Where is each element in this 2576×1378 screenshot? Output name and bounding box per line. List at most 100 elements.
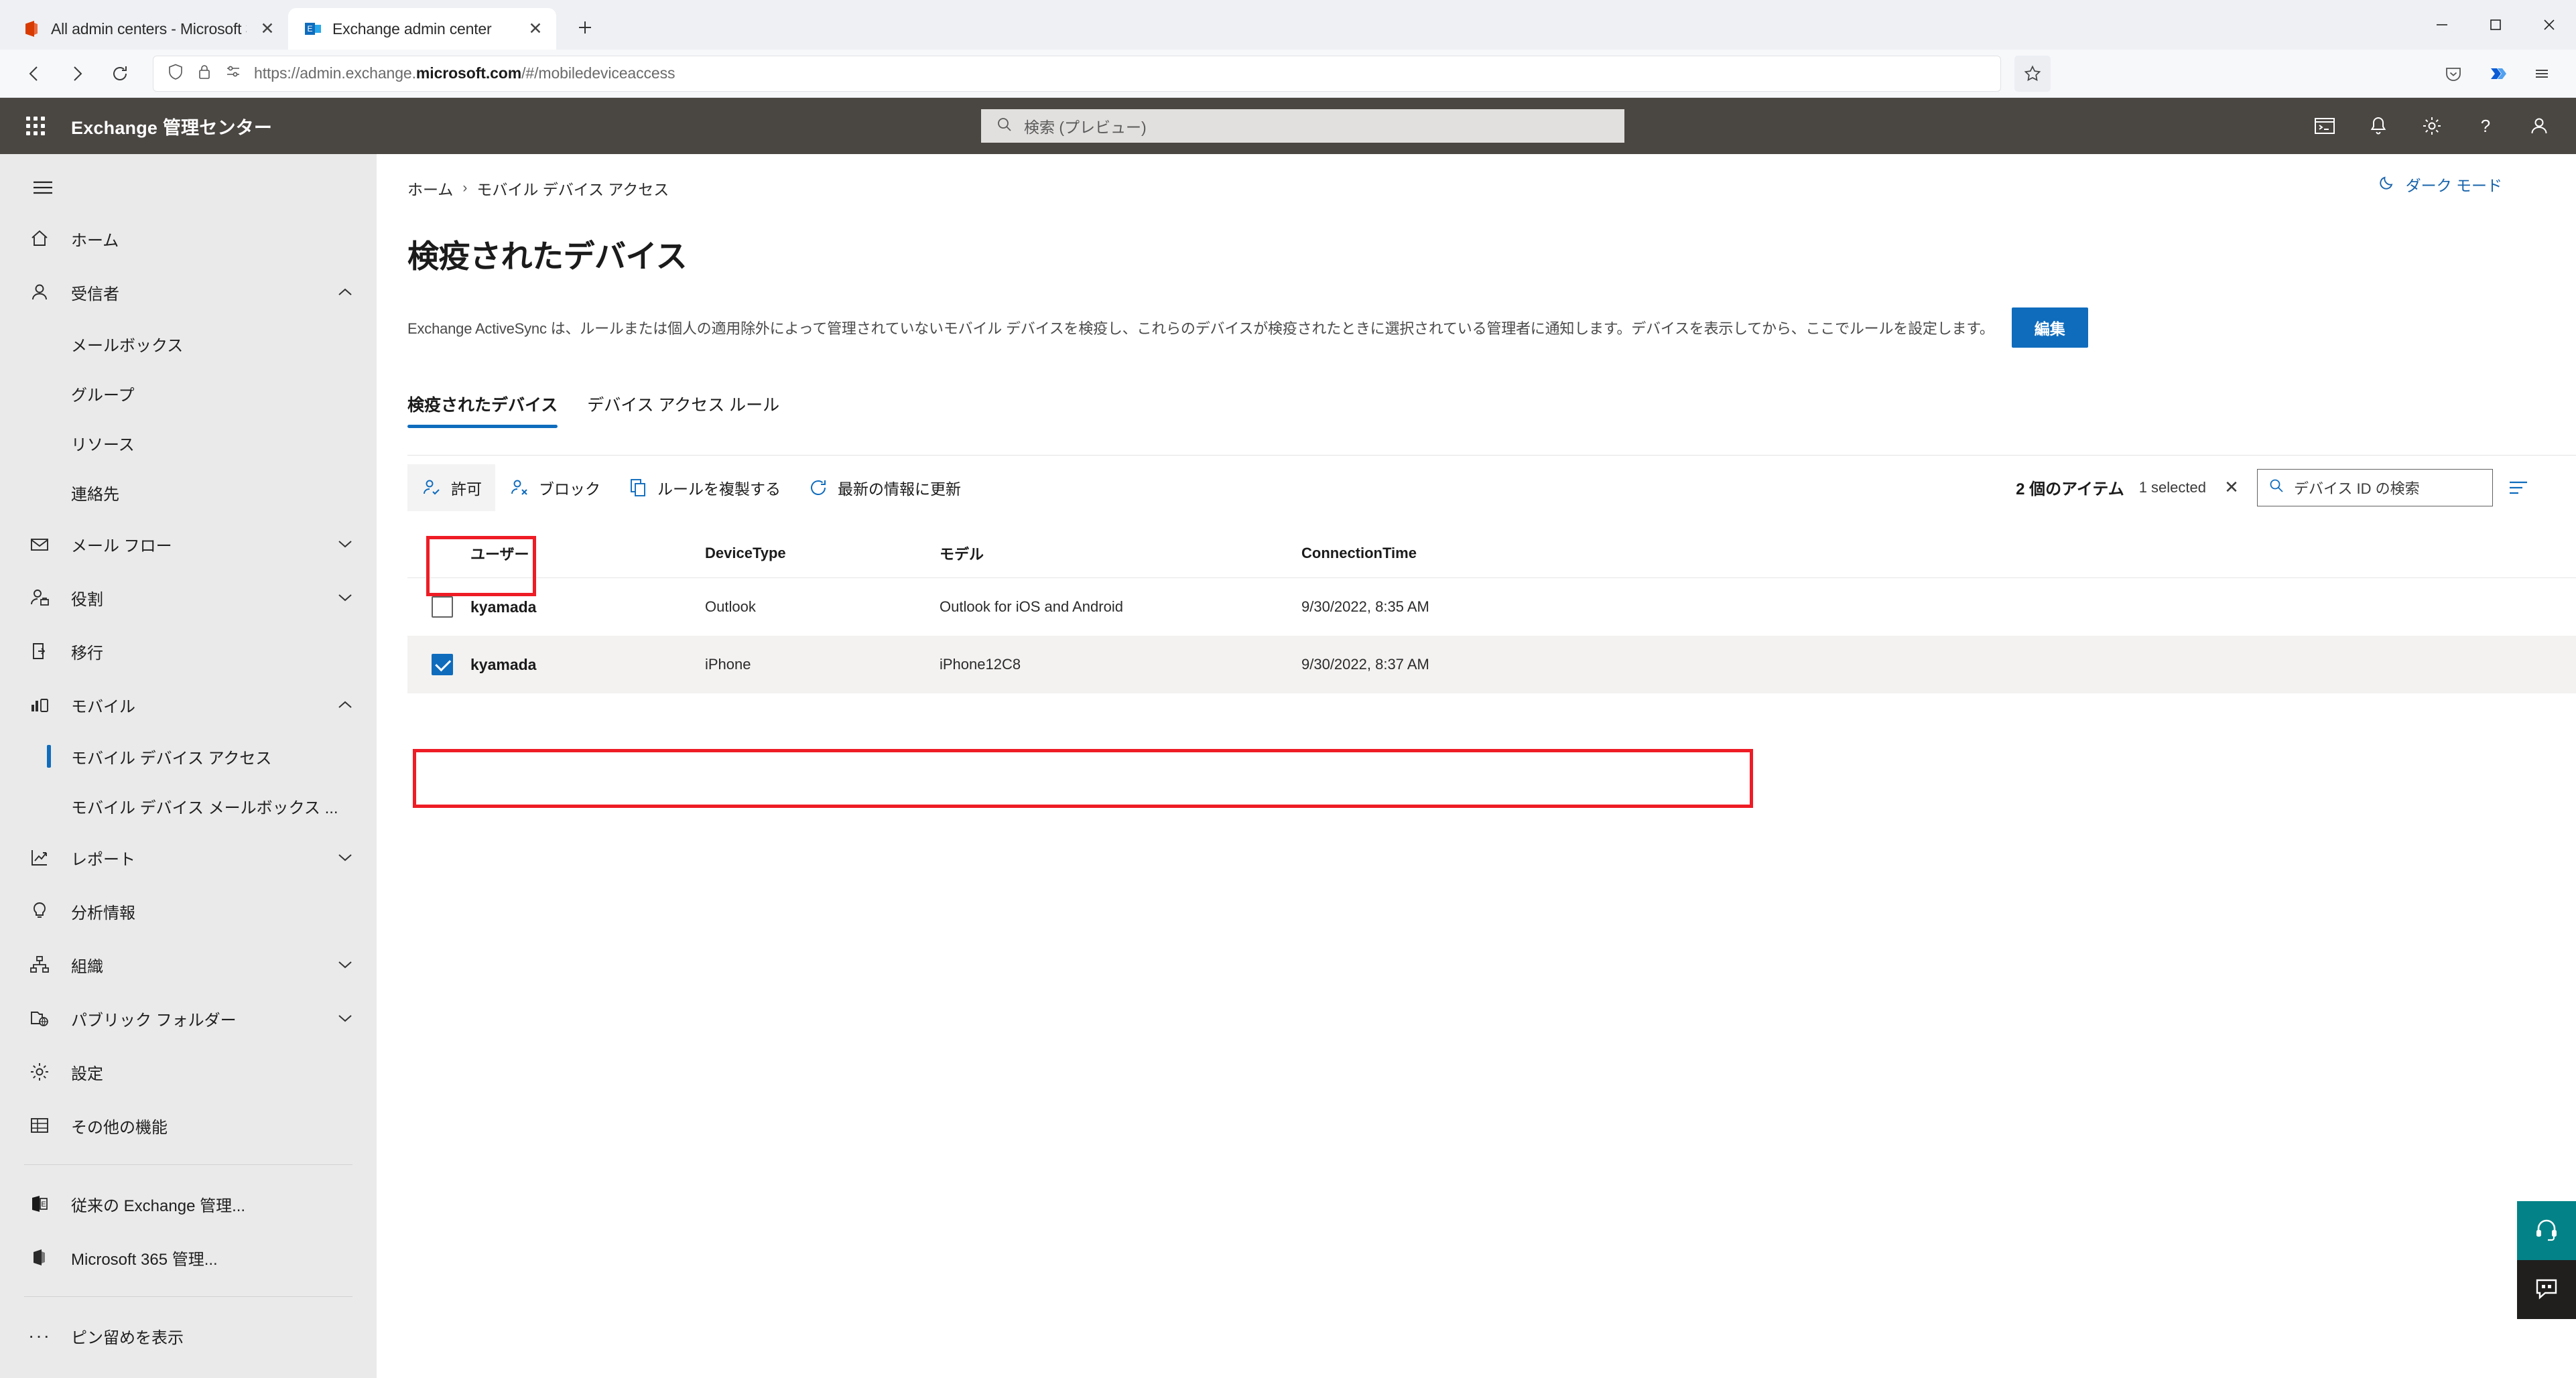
browser-menu-icon[interactable] [2522, 54, 2561, 93]
cell-connectiontime: 9/30/2022, 8:37 AM [1301, 656, 1429, 673]
sidebar-item-organization[interactable]: 組織 [0, 938, 377, 991]
forward-arrow-icon[interactable] [58, 54, 96, 93]
column-header-model[interactable]: モデル [940, 543, 1301, 564]
back-arrow-icon[interactable] [15, 54, 54, 93]
bookmark-star-icon[interactable] [2014, 55, 2051, 92]
chevron-down-icon [334, 852, 357, 863]
sidebar-item-legacy-exchange[interactable]: E 従来の Exchange 管理... [0, 1177, 377, 1231]
sidebar-item-insights-label: 分析情報 [71, 904, 135, 922]
hamburger-menu-icon[interactable] [9, 163, 76, 212]
sidebar-divider-2 [24, 1296, 352, 1297]
permissions-icon[interactable] [224, 63, 242, 84]
row-checkbox-cell[interactable] [407, 596, 470, 618]
sidebar-item-settings[interactable]: 設定 [0, 1045, 377, 1099]
column-header-devicetype[interactable]: DeviceType [705, 545, 940, 562]
mobile-icon [25, 694, 54, 715]
breadcrumb-home[interactable]: ホーム [407, 177, 453, 200]
sidebar-item-roles[interactable]: 役割 [0, 571, 377, 624]
header-icon-group: ? [2305, 98, 2559, 154]
minimize-icon[interactable] [2415, 0, 2469, 50]
close-icon[interactable]: ✕ [256, 17, 279, 40]
cell-devicetype: iPhone [705, 656, 751, 673]
close-icon[interactable] [2522, 0, 2576, 50]
sidebar-item-groups[interactable]: グループ [0, 368, 377, 418]
collections-icon[interactable] [2478, 54, 2517, 93]
breadcrumb-current: モバイル デバイス アクセス [476, 181, 669, 198]
sidebar-item-resources[interactable]: リソース [0, 418, 377, 468]
sidebar-item-settings-label: 設定 [71, 1064, 103, 1083]
filter-icon[interactable] [2508, 478, 2529, 497]
search-icon [2268, 478, 2284, 497]
cell-model: iPhone12C8 [940, 656, 1021, 673]
sidebar-item-mailflow[interactable]: メール フロー [0, 517, 377, 571]
app-title: Exchange 管理センター [71, 117, 273, 138]
clear-selection-icon[interactable]: ✕ [2221, 477, 2242, 498]
sidebar-item-recipients[interactable]: 受信者 [0, 265, 377, 319]
dark-mode-toggle[interactable]: ダーク モード [2378, 173, 2502, 196]
row-checkbox-cell[interactable] [407, 654, 470, 675]
sidebar-item-mobile-device-access[interactable]: モバイル デバイス アクセス [0, 732, 377, 781]
sidebar-item-home[interactable]: ホーム [0, 212, 377, 265]
browser-tab-1[interactable]: All admin centers - Microsoft 36 ✕ [7, 8, 288, 50]
table-row[interactable]: kyamada Outlook Outlook for iOS and Andr… [407, 578, 2576, 636]
app-launcher-icon[interactable] [17, 108, 54, 144]
sidebar-item-mobile[interactable]: モバイル [0, 678, 377, 732]
device-id-search-placeholder: デバイス ID の検索 [2294, 480, 2420, 497]
block-button[interactable]: ブロック [495, 464, 614, 511]
sidebar-item-contacts[interactable]: 連絡先 [0, 468, 377, 517]
browser-tab-2[interactable]: E Exchange admin center ✕ [288, 8, 556, 50]
sidebar-item-migration-label: 移行 [71, 644, 103, 663]
table-row[interactable]: kyamada iPhone iPhone12C8 9/30/2022, 8:3… [407, 636, 2576, 693]
row-checkbox[interactable] [432, 596, 453, 618]
close-icon[interactable]: ✕ [524, 17, 547, 40]
edit-button[interactable]: 編集 [2011, 307, 2088, 348]
ellipsis-icon: ··· [28, 1325, 51, 1346]
global-search-input[interactable]: 検索 (プレビュー) [981, 109, 1624, 143]
help-icon[interactable]: ? [2466, 107, 2505, 145]
cell-model: Outlook for iOS and Android [940, 598, 1123, 615]
sidebar-item-mailboxes-label: メールボックス [71, 336, 184, 355]
sidebar-item-reports[interactable]: レポート [0, 831, 377, 884]
command-bar-right: 2 個のアイテム 1 selected ✕ デバイス ID の検索 [2016, 468, 2529, 506]
new-tab-button[interactable] [566, 8, 604, 47]
sidebar-item-other-features[interactable]: その他の機能 [0, 1099, 377, 1152]
sidebar-item-mobile-device-mailbox[interactable]: モバイル デバイス メールボックス ... [0, 781, 377, 831]
home-icon [25, 228, 54, 249]
address-bar[interactable]: https://admin.exchange.microsoft.com/#/m… [153, 55, 2001, 92]
chevron-down-icon [334, 539, 357, 549]
support-button[interactable] [2517, 1201, 2576, 1260]
column-header-connectiontime[interactable]: ConnectionTime [1301, 545, 1610, 562]
main-content: ホーム › モバイル デバイス アクセス ダーク モード 検疫されたデバイス E… [377, 154, 2576, 1378]
browser-tab-2-title: Exchange admin center [332, 19, 492, 38]
maximize-icon[interactable] [2469, 0, 2522, 50]
feedback-button[interactable] [2517, 1260, 2576, 1319]
content-tabs: 検疫されたデバイス デバイス アクセス ルール [407, 392, 2576, 428]
account-icon[interactable] [2520, 107, 2559, 145]
sidebar-item-legacy-exchange-label: 従来の Exchange 管理... [71, 1196, 246, 1215]
console-icon[interactable] [2305, 107, 2344, 145]
allow-button[interactable]: 許可 [407, 464, 495, 511]
reload-icon[interactable] [101, 54, 139, 93]
bell-icon[interactable] [2359, 107, 2398, 145]
gear-icon[interactable] [2412, 107, 2451, 145]
sidebar-item-migration[interactable]: 移行 [0, 624, 377, 678]
sidebar-item-insights[interactable]: 分析情報 [0, 884, 377, 938]
duplicate-rule-button[interactable]: ルールを複製する [614, 464, 794, 511]
column-header-user[interactable]: ユーザー [470, 543, 705, 564]
tab-device-access-rules[interactable]: デバイス アクセス ルール [572, 392, 794, 428]
sidebar-item-organization-label: 組織 [71, 957, 103, 976]
refresh-button-label: 最新の情報に更新 [838, 480, 961, 498]
sidebar-item-public-folders[interactable]: パブリック フォルダー [0, 991, 377, 1045]
refresh-button[interactable]: 最新の情報に更新 [794, 464, 974, 511]
headset-icon [2533, 1216, 2560, 1246]
global-search-placeholder: 検索 (プレビュー) [1024, 119, 1147, 136]
sidebar-item-m365-admin[interactable]: Microsoft 365 管理... [0, 1231, 377, 1284]
sidebar-item-show-pinned[interactable]: ··· ピン留めを表示 [0, 1309, 377, 1363]
svg-text:E: E [41, 1200, 46, 1209]
tab-quarantined-devices[interactable]: 検疫されたデバイス [407, 392, 572, 428]
row-checkbox[interactable] [432, 654, 453, 675]
sidebar-item-groups-label: グループ [71, 386, 135, 405]
sidebar-item-mailboxes[interactable]: メールボックス [0, 319, 377, 368]
device-id-search-input[interactable]: デバイス ID の検索 [2257, 468, 2493, 506]
pocket-icon[interactable] [2434, 54, 2473, 93]
